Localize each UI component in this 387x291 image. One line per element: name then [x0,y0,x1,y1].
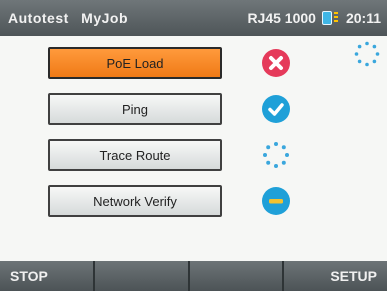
test-label: Ping [121,101,149,117]
job-name: MyJob [81,10,129,26]
title-right: RJ45 1000 20:11 [247,10,381,26]
test-button-ping[interactable]: Ping [48,93,222,125]
test-button-poe-load[interactable]: PoE Load [48,47,222,79]
test-button-trace-route[interactable]: Trace Route [48,139,222,171]
softkey-2[interactable] [95,261,190,291]
test-label: Network Verify [93,193,177,209]
mode-label: Autotest [8,10,69,26]
test-button-network-verify[interactable]: Network Verify [48,185,222,217]
battery-icon [321,11,340,25]
softkey-bar: STOP SETUP [0,261,387,291]
softkey-setup[interactable]: SETUP [284,261,387,291]
pass-check-icon[interactable] [262,95,290,123]
busy-spinner-icon [354,41,380,67]
pending-spinner-icon [262,141,290,169]
softkey-3[interactable] [190,261,285,291]
fail-x-icon[interactable] [262,49,290,77]
clock: 20:11 [345,10,381,26]
test-label: PoE Load [106,55,164,71]
title-bar: Autotest MyJob RJ45 1000 20:11 [0,0,387,36]
title-left: Autotest MyJob [8,10,128,26]
blocked-minus-icon[interactable] [262,187,290,215]
softkey-stop[interactable]: STOP [0,261,95,291]
test-label: Trace Route [99,147,171,163]
interface-label: RJ45 1000 [247,10,316,26]
